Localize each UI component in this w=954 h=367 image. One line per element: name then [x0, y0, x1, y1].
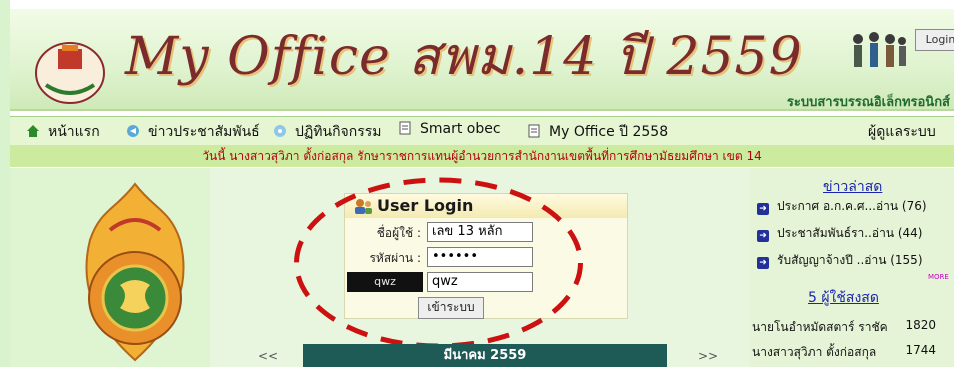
nav-home[interactable]: หน้าแรก [26, 121, 100, 141]
captcha-input[interactable]: qwz [427, 272, 533, 292]
nav-smart-obec-label: Smart obec [420, 121, 501, 137]
calendar-month-header: มีนาคม 2559 [303, 344, 667, 367]
banner-title: My Office สพม.14 ปี 2559 [125, 27, 803, 87]
home-icon [27, 125, 39, 137]
username-label: ชื่อผู้ใช้ : [376, 226, 421, 240]
document-icon [399, 121, 411, 135]
news-title[interactable]: ข่าวล่าสด [823, 176, 882, 198]
people-graphic-icon [853, 32, 906, 67]
header-login-button[interactable]: Login [915, 29, 954, 51]
news-item-label: รับสัญญาจ้างปี ..อ่าน (155) [777, 253, 923, 267]
top-bar [10, 0, 954, 9]
arrow-right-icon: ➜ [757, 230, 769, 242]
top-users-title[interactable]: 5 ผู้ใช้สงสด [808, 287, 879, 309]
main-nav: หน้าแรก ข่าวประชาสัมพันธ์ ปฏิทินกิจกรรม … [10, 116, 954, 146]
user-count: 1744 [905, 343, 936, 357]
calendar-icon [274, 125, 286, 137]
calendar-next-button[interactable]: >> [698, 349, 718, 363]
document-icon [528, 124, 540, 138]
ministry-seal-icon [85, 182, 185, 362]
nav-home-label: หน้าแรก [48, 124, 100, 140]
nav-my-office-label: My Office ปี 2558 [549, 124, 669, 140]
user-name: นางสาวสุวิภา ตั้งก่อสกุล [752, 345, 877, 359]
news-icon [127, 125, 139, 137]
nav-smart-obec[interactable]: Smart obec [398, 121, 501, 141]
nav-news[interactable]: ข่าวประชาสัมพันธ์ [126, 121, 260, 141]
arrow-right-icon: ➜ [757, 257, 769, 269]
office-logo-icon [35, 42, 105, 104]
password-label: รหัสผ่าน : [369, 251, 421, 265]
calendar-prev-button[interactable]: << [258, 349, 278, 363]
site-banner: My Office สพม.14 ปี 2559 Login ระบบสารบร… [10, 9, 954, 111]
news-item[interactable]: ➜ รับสัญญาจ้างปี ..อ่าน (155) [757, 251, 923, 270]
username-input[interactable]: เลข 13 หลัก [427, 222, 533, 242]
captcha-image: qwz [347, 272, 423, 292]
nav-calendar[interactable]: ปฏิทินกิจกรรม [273, 121, 382, 141]
more-link[interactable]: MORE [928, 273, 949, 281]
news-item-label: ประชาสัมพันธ์รา..อ่าน (44) [777, 226, 923, 240]
left-strip [0, 0, 10, 367]
announcement-ticker: วันนี้ นางสาวสุวิภา ตั้งก่อสกุล รักษาราช… [10, 145, 954, 167]
login-title: User Login [377, 196, 474, 215]
list-item: นายโนอำหมัดสตาร์ ราชัค 1820 [752, 318, 952, 337]
list-item: นางสาวสุวิภา ตั้งก่อสกุล 1744 [752, 343, 952, 362]
news-item-label: ประกาศ อ.ก.ค.ศ...อ่าน (76) [777, 199, 927, 213]
arrow-right-icon: ➜ [757, 203, 769, 215]
user-icon [355, 199, 372, 214]
login-header: User Login [345, 194, 627, 218]
banner-subtitle: ระบบสารบรรณอิเล็กทรอนิกส์ [786, 95, 950, 110]
news-item[interactable]: ➜ ประชาสัมพันธ์รา..อ่าน (44) [757, 224, 922, 243]
nav-admin[interactable]: ผู้ดูแลระบบ [868, 121, 936, 141]
user-login-panel: User Login ชื่อผู้ใช้ : เลข 13 หลัก รหัส… [344, 193, 628, 319]
login-submit-button[interactable]: เข้าระบบ [418, 297, 484, 319]
nav-news-label: ข่าวประชาสัมพันธ์ [148, 124, 260, 140]
user-name: นายโนอำหมัดสตาร์ ราชัค [752, 320, 888, 334]
page: My Office สพม.14 ปี 2559 Login ระบบสารบร… [0, 0, 954, 367]
password-input[interactable]: •••••• [427, 247, 533, 267]
news-item[interactable]: ➜ ประกาศ อ.ก.ค.ศ...อ่าน (76) [757, 197, 927, 216]
nav-my-office-2558[interactable]: My Office ปี 2558 [527, 121, 668, 141]
nav-calendar-label: ปฏิทินกิจกรรม [295, 124, 382, 140]
user-count: 1820 [905, 318, 936, 332]
